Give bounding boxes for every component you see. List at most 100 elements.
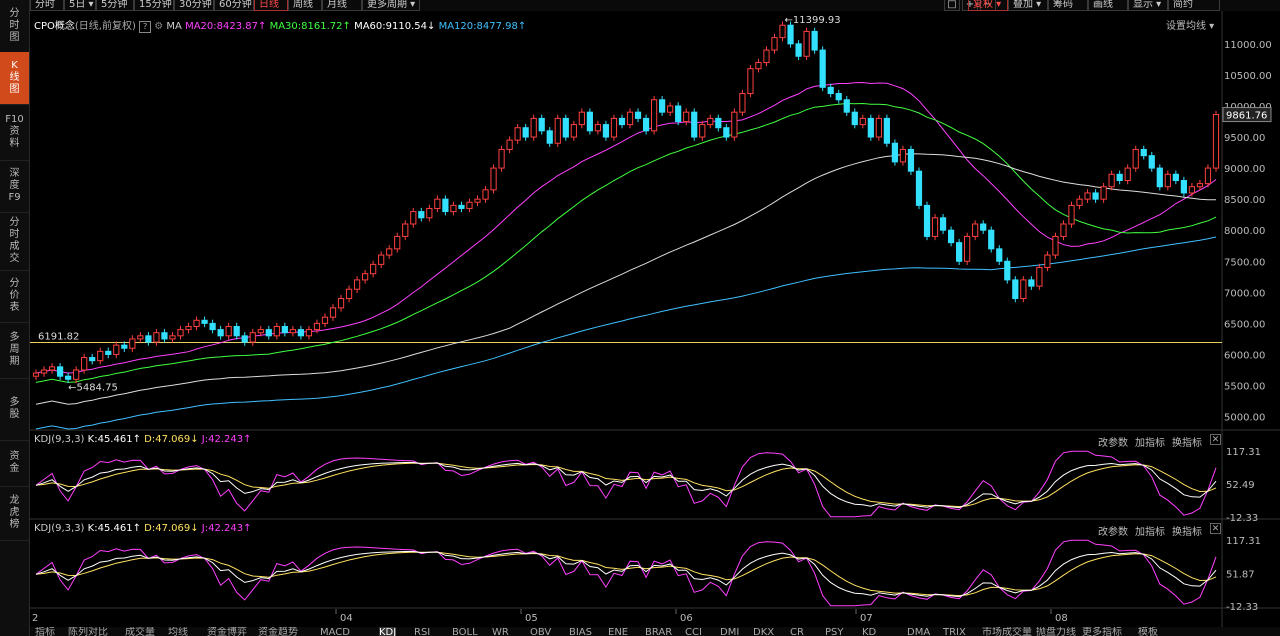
indicator-tab-11[interactable]: OBV (530, 627, 551, 636)
indicator-tab-0[interactable]: 指标 (35, 627, 55, 636)
indicator-tab-23[interactable]: 市场成交量 (982, 627, 1032, 636)
kdj2-switch-indicator-button[interactable]: 换指标 (1172, 523, 1202, 538)
indicator-tab-9[interactable]: BOLL (452, 627, 478, 636)
candle-body (345, 288, 353, 300)
sidebar-item-kline[interactable]: K线图 (0, 52, 29, 105)
kdj2-close-icon[interactable]: ✕ (1210, 523, 1221, 534)
indicator-tab-15[interactable]: CCI (685, 627, 702, 636)
period-tab-1[interactable]: 5日 ▾ (64, 0, 96, 11)
indicator-tab-19[interactable]: PSY (825, 627, 844, 636)
period-tab-7[interactable]: 周线 (288, 0, 322, 11)
indicator-tab-25[interactable]: 更多指标 (1082, 627, 1122, 636)
sidebar-item-multi-period[interactable]: 多周期 (0, 322, 29, 379)
kdj2-header: KDJ(9,3,3) K:45.461↑ D:47.069↓ J:42.243↑ (34, 523, 252, 534)
main-ytick: 7000.00 (1224, 288, 1265, 299)
indicator-tab-13[interactable]: ENE (608, 627, 628, 636)
candle-body (241, 335, 248, 343)
candle-body (578, 111, 585, 126)
kdj-ytick: -12.33 (1226, 513, 1258, 524)
kdj-ytick: 51.87 (1226, 569, 1255, 580)
toolbar-right-5[interactable]: 简约 (1168, 0, 1220, 11)
period-tab-6[interactable]: 日线 (254, 0, 288, 11)
toolbar-right-2[interactable]: 筹码 (1048, 0, 1088, 11)
chart-mode: (日线,前复权) (74, 21, 136, 32)
candle-body (482, 189, 489, 200)
set-ma-button[interactable]: 设置均线 ▾ (1166, 17, 1214, 32)
kdj2-edit-params-button[interactable]: 改参数 (1098, 523, 1128, 538)
indicator-tab-12[interactable]: BIAS (569, 627, 592, 636)
indicator-tab-26[interactable]: 模板 (1138, 627, 1158, 636)
indicator-tab-6[interactable]: MACD (320, 627, 350, 636)
indicator-tab-20[interactable]: KD (862, 627, 876, 636)
indicator-tab-21[interactable]: DMA (907, 627, 930, 636)
sidebar-item-multi-stock[interactable]: 多股 (0, 378, 29, 441)
sidebar-item-dragon[interactable]: 龙虎榜 (0, 486, 29, 541)
indicator-tab-2[interactable]: 成交量 (125, 627, 155, 636)
candle-body (763, 49, 770, 63)
kdj2-j: J:42.243 (201, 523, 244, 534)
candle-body (386, 248, 393, 256)
toolbar-grid-icon[interactable]: □ (944, 0, 960, 11)
main-chart-header: CPO概念(日线,前复权) ? ⚙ MA MA20:8423.87↑ MA30:… (34, 21, 527, 33)
indicator-tab-24[interactable]: 抛盘力线 (1036, 627, 1076, 636)
xaxis-label: 08 (1055, 613, 1068, 624)
candle-body (1092, 192, 1099, 200)
candle-body (626, 111, 634, 126)
candle-body (739, 93, 746, 113)
sidebar-item-label: 金 (9, 463, 20, 474)
period-tab-0[interactable]: 分时 (30, 0, 64, 11)
candle-body (1172, 173, 1179, 182)
indicator-tab-4[interactable]: 资金博弈 (207, 627, 247, 636)
sidebar-item-fund[interactable]: 资金 (0, 440, 29, 487)
kdj1-edit-params-button[interactable]: 改参数 (1098, 434, 1128, 449)
sidebar-item-depth[interactable]: 深度 F9 (0, 160, 29, 213)
candle-body (209, 322, 216, 331)
indicator-tab-22[interactable]: TRIX (943, 627, 966, 636)
kdj-j-line (35, 539, 1217, 607)
main-ytick: 8000.00 (1224, 226, 1265, 237)
period-tab-9[interactable]: 更多周期 ▾ (362, 0, 420, 11)
indicator-tab-3[interactable]: 均线 (168, 627, 188, 636)
sidebar-item-f10[interactable]: F10 资料 (0, 104, 29, 161)
sidebar-item-trades[interactable]: 分时成交 (0, 212, 29, 271)
toolbar-right-1[interactable]: 叠加 ▾ (1008, 0, 1048, 11)
indicator-tab-7[interactable]: KDJ (379, 627, 397, 636)
period-tab-4[interactable]: 30分钟 (174, 0, 214, 11)
indicator-tab-17[interactable]: DKX (753, 627, 774, 636)
candle-body (931, 217, 939, 237)
kdj2-add-indicator-button[interactable]: 加指标 (1135, 523, 1165, 538)
candle-body (1180, 180, 1187, 194)
candle-body (610, 117, 618, 138)
period-tab-3[interactable]: 15分钟 (134, 0, 174, 11)
help-icon[interactable]: ? (139, 21, 152, 33)
indicator-tab-1[interactable]: 陈列对比 (68, 627, 108, 636)
candle-body (602, 124, 610, 138)
toolbar-right-4[interactable]: 显示 ▾ (1128, 0, 1168, 11)
indicator-tab-5[interactable]: 资金趋势 (258, 627, 298, 636)
indicator-tab-18[interactable]: CR (790, 627, 804, 636)
candle-body (964, 235, 971, 262)
kdj1-j: J:42.243 (201, 434, 244, 445)
sidebar-item-price[interactable]: 分价表 (0, 270, 29, 323)
kdj1-close-icon[interactable]: ✕ (1210, 434, 1221, 445)
candle-body (747, 68, 754, 95)
candle-body (562, 117, 569, 138)
period-tab-5[interactable]: 60分钟 (214, 0, 254, 11)
period-tab-2[interactable]: 5分钟 (96, 0, 134, 11)
candle-body (675, 105, 682, 122)
indicator-tab-14[interactable]: BRAR (645, 627, 672, 636)
toolbar-right-0[interactable]: 复权 ▾ (968, 0, 1008, 11)
sidebar-item-fenshi[interactable]: 分时图 (0, 0, 29, 53)
kdj1-add-indicator-button[interactable]: 加指标 (1135, 434, 1165, 449)
kdj1-switch-indicator-button[interactable]: 换指标 (1172, 434, 1202, 449)
candle-body (201, 319, 208, 324)
candle-body (273, 326, 280, 337)
ma-settings-icon[interactable]: ⚙ (154, 21, 163, 32)
candle-body (707, 117, 714, 126)
toolbar-right-3[interactable]: 画线 (1088, 0, 1128, 11)
indicator-tab-10[interactable]: WR (492, 627, 509, 636)
indicator-tab-16[interactable]: DMI (720, 627, 739, 636)
period-tab-8[interactable]: 月线 (322, 0, 362, 11)
kline-chart-area[interactable]: 6191.82 ←11399.93 ←5484.75 117.31 52.49 -12.… (30, 11, 1280, 627)
indicator-tab-8[interactable]: RSI (414, 627, 430, 636)
